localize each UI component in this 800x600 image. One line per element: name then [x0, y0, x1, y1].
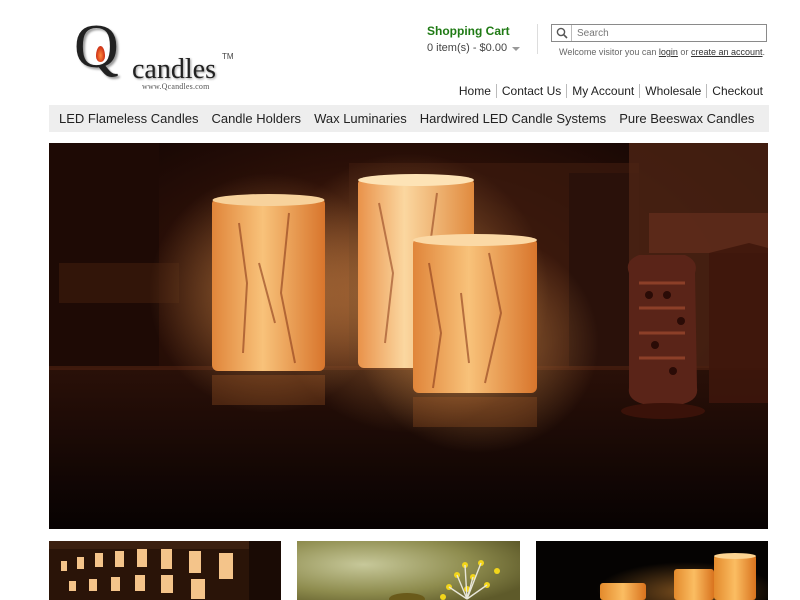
nav-pure-beeswax-candles[interactable]: Pure Beeswax Candles — [619, 111, 754, 126]
welcome-or: or — [680, 47, 689, 57]
caret-down-icon[interactable] — [512, 46, 521, 51]
header-divider — [537, 24, 538, 54]
welcome-message: Welcome visitor you can login or create … — [559, 47, 765, 57]
logo-letter: Q — [74, 13, 119, 81]
toplink-my-account[interactable]: My Account — [566, 84, 639, 98]
toplink-home[interactable]: Home — [454, 84, 496, 98]
cart-title: Shopping Cart — [427, 24, 510, 38]
thumbnail-image-3[interactable] — [536, 541, 768, 600]
nav-led-flameless-candles[interactable]: LED Flameless Candles — [59, 111, 198, 126]
trademark-symbol: TM — [222, 52, 234, 61]
toplink-wholesale[interactable]: Wholesale — [639, 84, 706, 98]
create-account-link[interactable]: create an account — [691, 47, 763, 57]
flame-icon — [96, 46, 105, 62]
logo-wordmark: candles — [132, 54, 216, 85]
nav-candle-holders[interactable]: Candle Holders — [211, 111, 301, 126]
nav-wax-luminaries[interactable]: Wax Luminaries — [314, 111, 407, 126]
welcome-prefix: Welcome visitor you can — [559, 47, 657, 57]
toplink-checkout[interactable]: Checkout — [706, 84, 763, 98]
cart-summary-text: 0 item(s) - $0.00 — [427, 42, 508, 54]
search-input[interactable] — [572, 26, 762, 40]
search-box[interactable] — [551, 24, 767, 42]
hero-banner-image[interactable] — [49, 143, 768, 529]
cart-summary[interactable]: 0 item(s) - $0.00 — [427, 42, 521, 54]
site-logo[interactable]: Q candles TM www.Qcandles.com — [74, 16, 244, 92]
shopping-cart[interactable]: Shopping Cart 0 item(s) - $0.00 — [427, 24, 521, 54]
toplink-contact-us[interactable]: Contact Us — [495, 84, 566, 98]
login-link[interactable]: login — [659, 47, 678, 57]
logo-url: www.Qcandles.com — [142, 82, 210, 91]
nav-hardwired-led-candle-systems[interactable]: Hardwired LED Candle Systems — [420, 111, 606, 126]
category-nav: LED Flameless Candles Candle Holders Wax… — [49, 105, 769, 132]
search-icon[interactable] — [552, 25, 572, 41]
thumbnail-image-2[interactable] — [297, 541, 520, 600]
welcome-suffix: . — [762, 47, 766, 57]
top-links: Home Contact Us My Account Wholesale Che… — [454, 84, 763, 98]
thumbnail-image-1[interactable] — [49, 541, 281, 600]
